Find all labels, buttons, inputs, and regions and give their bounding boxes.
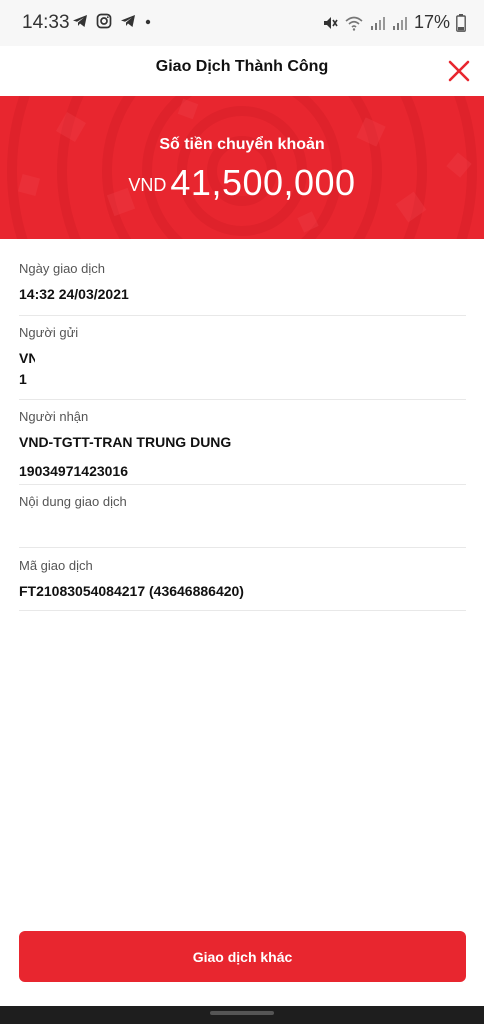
sender-field: Người gửi VN 1 <box>19 316 466 400</box>
home-indicator[interactable] <box>210 1011 274 1015</box>
status-bar: 14:33 17% <box>0 0 484 46</box>
close-icon <box>448 60 470 82</box>
status-left-icons <box>72 13 152 29</box>
recipient-name: VND-TGTT-TRAN TRUNG DUNG <box>19 434 232 450</box>
titlebar: Giao Dịch Thành Công <box>0 46 484 96</box>
date-field: Ngày giao dịch 14:32 24/03/2021 <box>19 252 466 316</box>
recipient-field: Người nhận VND-TGTT-TRAN TRUNG DUNG 1903… <box>19 400 466 485</box>
battery-percent: 17% <box>413 12 450 32</box>
navigation-bar <box>0 1006 484 1024</box>
new-transaction-button[interactable]: Giao dịch khác <box>19 931 466 982</box>
amount-banner: Số tiền chuyển khoản VND 41,500,000 <box>0 96 484 239</box>
amount-row: VND 41,500,000 <box>0 162 484 204</box>
amount-label: Số tiền chuyển khoản <box>159 136 325 153</box>
instagram-icon <box>96 13 112 29</box>
signal-icon <box>370 16 385 30</box>
status-right: 17% <box>322 12 466 33</box>
page-title: Giao Dịch Thành Công <box>155 58 329 75</box>
txid-value: FT21083054084217 (43646886420) <box>19 583 244 599</box>
recipient-account: 19034971423016 <box>19 463 129 479</box>
status-time: 14:33 <box>22 12 70 33</box>
txid-label: Mã giao dịch <box>19 558 93 573</box>
txid-field: Mã giao dịch FT21083054084217 (436468864… <box>19 548 466 611</box>
telegram-icon <box>121 15 135 27</box>
date-label: Ngày giao dịch <box>19 261 105 276</box>
transaction-details: Ngày giao dịch 14:32 24/03/2021 Người gử… <box>19 252 466 611</box>
amount-currency: VND <box>128 175 167 195</box>
telegram-icon <box>73 15 87 27</box>
amount-value: 41,500,000 <box>170 162 356 203</box>
signal-icon <box>392 16 407 30</box>
battery-icon <box>456 13 466 32</box>
content-label: Nội dung giao dịch <box>19 494 127 509</box>
dot-icon <box>145 19 151 25</box>
recipient-label: Người nhận <box>19 409 89 424</box>
sender-value: VN 1 <box>19 344 466 390</box>
mute-icon <box>323 16 338 29</box>
sender-label: Người gửi <box>19 325 79 340</box>
wifi-icon <box>345 16 363 31</box>
content-field: Nội dung giao dịch <box>19 485 466 548</box>
redaction-mask <box>35 344 245 388</box>
close-button[interactable] <box>444 56 474 86</box>
date-value: 14:32 24/03/2021 <box>19 286 129 302</box>
